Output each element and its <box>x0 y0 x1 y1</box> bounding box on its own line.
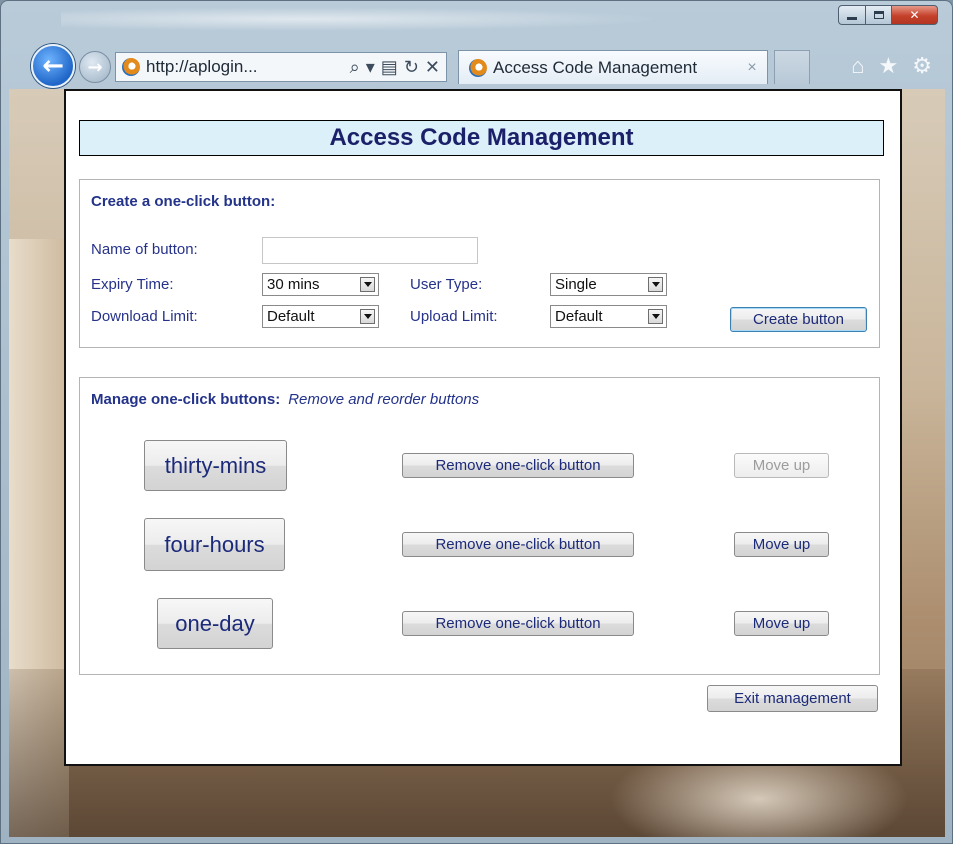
expiry-label: Expiry Time: <box>91 276 174 293</box>
tab-title: Access Code Management <box>493 57 698 77</box>
site-favicon-icon <box>122 58 140 76</box>
tab-close-icon[interactable]: × <box>737 59 767 77</box>
maximize-icon <box>873 11 884 19</box>
back-arrow-icon: ← <box>42 51 64 81</box>
minimize-icon <box>847 16 857 20</box>
page-viewport: Access Code Management Create a one-clic… <box>9 89 945 837</box>
compat-view-icon[interactable]: ▤ <box>381 57 398 78</box>
home-icon[interactable]: ⌂ <box>851 53 864 79</box>
upload-limit-select[interactable]: Default <box>550 305 667 328</box>
title-bar <box>61 7 661 31</box>
search-icon[interactable]: ⌕ <box>350 57 360 78</box>
close-icon: ✕ <box>909 8 920 22</box>
browser-window: ✕ ← → http://aplogin... ⌕ ▾ ▤ ↻ ✕ Access… <box>0 0 953 844</box>
create-heading: Create a one-click button: <box>91 193 276 210</box>
tab-access-code-management[interactable]: Access Code Management × <box>458 50 768 84</box>
move-up-button-one-day[interactable]: Move up <box>734 611 829 636</box>
move-up-button-four-hours[interactable]: Move up <box>734 532 829 557</box>
manage-section: Manage one-click buttons: Remove and reor… <box>79 377 880 675</box>
forward-button[interactable]: → <box>79 51 111 83</box>
download-limit-select[interactable]: Default <box>262 305 379 328</box>
remove-button-one-day[interactable]: Remove one-click button <box>402 611 634 636</box>
chevron-down-icon[interactable] <box>360 309 375 324</box>
new-tab-button[interactable] <box>774 50 810 84</box>
toolbar-icons: ⌂ ★ ⚙ <box>851 53 932 79</box>
maximize-button[interactable] <box>866 5 892 25</box>
manage-subheading: Remove and reorder buttons <box>288 391 480 408</box>
window-controls: ✕ <box>838 5 938 25</box>
address-bar[interactable]: http://aplogin... ⌕ ▾ ▤ ↻ ✕ <box>115 52 447 82</box>
button-name-input[interactable] <box>262 237 478 264</box>
upload-limit-value: Default <box>555 308 603 325</box>
download-label: Download Limit: <box>91 308 198 325</box>
remove-button-thirty-mins[interactable]: Remove one-click button <box>402 453 634 478</box>
expiry-select[interactable]: 30 mins <box>262 273 379 296</box>
minimize-button[interactable] <box>838 5 866 25</box>
address-url[interactable]: http://aplogin... <box>146 57 350 77</box>
refresh-icon[interactable]: ↻ <box>404 57 419 78</box>
one-click-button-four-hours[interactable]: four-hours <box>144 518 285 571</box>
tools-gear-icon[interactable]: ⚙ <box>912 53 932 79</box>
favorites-icon[interactable]: ★ <box>879 53 899 79</box>
one-click-button-thirty-mins[interactable]: thirty-mins <box>144 440 287 491</box>
upload-label: Upload Limit: <box>410 308 498 325</box>
user-type-label: User Type: <box>410 276 483 293</box>
back-button[interactable]: ← <box>31 44 75 88</box>
chevron-down-icon[interactable] <box>648 309 663 324</box>
manage-heading-label: Manage one-click buttons: <box>91 391 281 408</box>
expiry-value: 30 mins <box>267 276 320 293</box>
forward-arrow-icon: → <box>87 56 103 78</box>
management-panel: Access Code Management Create a one-clic… <box>64 89 902 766</box>
page-title: Access Code Management <box>79 120 884 156</box>
stop-icon[interactable]: ✕ <box>425 57 440 78</box>
user-type-value: Single <box>555 276 597 293</box>
chevron-down-icon[interactable] <box>360 277 375 292</box>
create-button[interactable]: Create button <box>730 307 867 332</box>
manage-heading: Manage one-click buttons: Remove and reor… <box>91 391 479 408</box>
remove-button-four-hours[interactable]: Remove one-click button <box>402 532 634 557</box>
tab-favicon-icon <box>469 58 487 77</box>
chevron-down-icon[interactable] <box>648 277 663 292</box>
create-section: Create a one-click button: Name of butto… <box>79 179 880 348</box>
name-label: Name of button: <box>91 241 198 258</box>
user-type-select[interactable]: Single <box>550 273 667 296</box>
move-up-button-thirty-mins: Move up <box>734 453 829 478</box>
exit-management-button[interactable]: Exit management <box>707 685 878 712</box>
close-window-button[interactable]: ✕ <box>892 5 938 25</box>
one-click-button-one-day[interactable]: one-day <box>157 598 273 649</box>
dropdown-icon[interactable]: ▾ <box>366 57 375 78</box>
download-limit-value: Default <box>267 308 315 325</box>
